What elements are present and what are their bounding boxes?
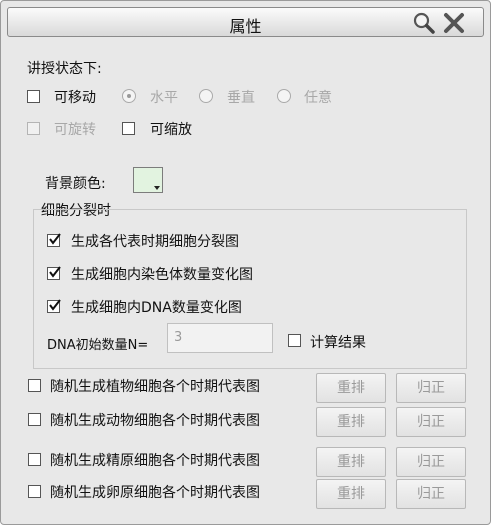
random-sperm-label: 随机生成精原细胞各个时期代表图: [50, 453, 260, 469]
random-oocyte-label: 随机生成卵原细胞各个时期代表图: [50, 485, 260, 501]
magnifier-icon[interactable]: [412, 11, 436, 35]
teaching-mode-label: 讲授状态下:: [27, 61, 102, 77]
division-option-label: 生成细胞内DNA数量变化图: [71, 300, 242, 316]
radio-vertical[interactable]: [199, 89, 213, 103]
random-oocyte-checkbox[interactable]: [28, 485, 41, 498]
scalable-checkbox[interactable]: [122, 122, 135, 135]
movable-label: 可移动: [54, 90, 96, 106]
background-color-picker[interactable]: [133, 167, 163, 193]
rotatable-checkbox[interactable]: [27, 122, 40, 135]
reset-button[interactable]: 归正: [396, 407, 466, 437]
random-plant-checkbox[interactable]: [28, 379, 41, 392]
checkmark-icon: [49, 233, 61, 245]
rearrange-button[interactable]: 重排: [316, 447, 386, 477]
calc-result-checkbox[interactable]: [288, 334, 301, 347]
dropdown-arrow-icon: [154, 186, 160, 190]
movable-checkbox[interactable]: [27, 90, 40, 103]
calc-result-label: 计算结果: [310, 335, 366, 351]
division-option-label: 生成细胞内染色体数量变化图: [71, 267, 253, 283]
properties-panel: 属性 讲授状态下: 可移动 水平 垂直 任意 可旋转 可缩放 背景颜色: 细胞分…: [0, 0, 491, 525]
close-icon[interactable]: [442, 11, 466, 35]
radio-vertical-label: 垂直: [227, 90, 255, 106]
random-animal-checkbox[interactable]: [28, 413, 41, 426]
division-option-label: 生成各代表时期细胞分裂图: [71, 234, 239, 250]
background-color-label: 背景颜色:: [45, 176, 106, 192]
rearrange-button[interactable]: 重排: [316, 479, 386, 509]
dna-initial-label: DNA初始数量N=: [47, 338, 149, 353]
random-sperm-checkbox[interactable]: [28, 453, 41, 466]
division-option-checkbox[interactable]: [47, 266, 61, 280]
radio-any-label: 任意: [304, 90, 332, 106]
radio-any[interactable]: [277, 89, 291, 103]
random-plant-label: 随机生成植物细胞各个时期代表图: [50, 379, 260, 395]
reset-button[interactable]: 归正: [396, 373, 466, 403]
checkmark-icon: [49, 266, 61, 278]
rearrange-button[interactable]: 重排: [316, 373, 386, 403]
dna-initial-input[interactable]: 3: [167, 323, 273, 353]
reset-button[interactable]: 归正: [396, 479, 466, 509]
division-option-checkbox[interactable]: [47, 299, 61, 313]
random-animal-label: 随机生成动物细胞各个时期代表图: [50, 413, 260, 429]
scalable-label: 可缩放: [150, 122, 192, 138]
radio-horizontal[interactable]: [122, 89, 136, 103]
checkmark-icon: [49, 299, 61, 311]
radio-horizontal-label: 水平: [150, 90, 178, 106]
title-bar: 属性: [7, 7, 484, 37]
division-option-checkbox[interactable]: [47, 233, 61, 247]
reset-button[interactable]: 归正: [396, 447, 466, 477]
rearrange-button[interactable]: 重排: [316, 407, 386, 437]
rotatable-label: 可旋转: [54, 122, 96, 138]
